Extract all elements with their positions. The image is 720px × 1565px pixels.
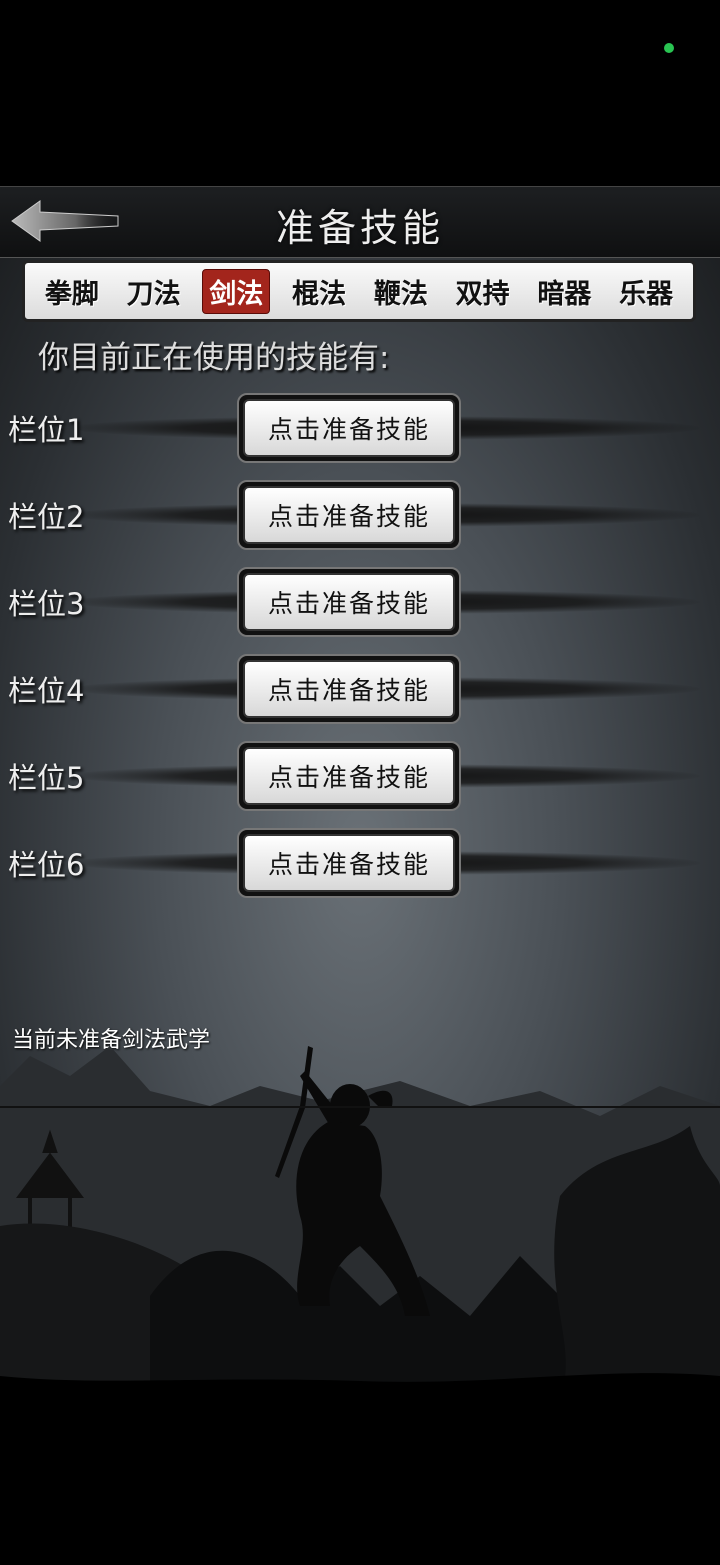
tab-gunfa[interactable]: 棍法 bbox=[286, 270, 352, 313]
skill-slot-row: 栏位3 点击准备技能 bbox=[0, 565, 720, 639]
tab-daofa[interactable]: 刀法 bbox=[121, 270, 187, 313]
slot-label: 栏位6 bbox=[8, 848, 85, 882]
skill-slot-row: 栏位4 点击准备技能 bbox=[0, 652, 720, 726]
skill-slot-row: 栏位5 点击准备技能 bbox=[0, 739, 720, 813]
title-bar: 准备技能 bbox=[0, 186, 720, 258]
prepare-skill-button[interactable]: 点击准备技能 bbox=[237, 567, 461, 637]
prepare-skill-button[interactable]: 点击准备技能 bbox=[237, 654, 461, 724]
skill-slot-row: 栏位6 点击准备技能 bbox=[0, 826, 720, 900]
slot-label: 栏位1 bbox=[8, 413, 85, 447]
prepare-skill-button-label: 点击准备技能 bbox=[243, 660, 455, 718]
page-title: 准备技能 bbox=[275, 206, 444, 250]
prepare-skill-button-label: 点击准备技能 bbox=[243, 573, 455, 631]
current-skills-label: 你目前正在使用的技能有: bbox=[38, 340, 390, 376]
tab-shuangchi[interactable]: 双持 bbox=[450, 270, 516, 313]
tab-jianfa[interactable]: 剑法 bbox=[202, 268, 271, 314]
tab-anqi[interactable]: 暗器 bbox=[531, 270, 597, 313]
category-tab-bar: 拳脚 刀法 剑法 棍法 鞭法 双持 暗器 乐器 bbox=[22, 260, 696, 322]
slot-label: 栏位5 bbox=[8, 761, 85, 795]
prepare-skill-button[interactable]: 点击准备技能 bbox=[237, 393, 461, 463]
tab-yueqi[interactable]: 乐器 bbox=[613, 270, 679, 313]
skill-slot-row: 栏位2 点击准备技能 bbox=[0, 478, 720, 552]
prepare-skill-button-label: 点击准备技能 bbox=[243, 486, 455, 544]
status-indicator-dot bbox=[664, 43, 674, 53]
slot-label: 栏位4 bbox=[8, 674, 85, 708]
prepare-skill-button[interactable]: 点击准备技能 bbox=[237, 828, 461, 898]
prepare-skill-button-label: 点击准备技能 bbox=[243, 399, 455, 457]
slot-label: 栏位2 bbox=[8, 500, 85, 534]
prepare-skill-button[interactable]: 点击准备技能 bbox=[237, 741, 461, 811]
prepare-skill-button-label: 点击准备技能 bbox=[243, 834, 455, 892]
prepare-skill-button[interactable]: 点击准备技能 bbox=[237, 480, 461, 550]
tab-bianfa[interactable]: 鞭法 bbox=[368, 270, 434, 313]
slot-label: 栏位3 bbox=[8, 587, 85, 621]
prepare-skill-button-label: 点击准备技能 bbox=[243, 747, 455, 805]
game-screen: 准备技能 拳脚 刀法 剑法 棍法 鞭法 双持 暗器 乐器 你目前正在使用的技能有… bbox=[0, 186, 720, 1396]
skill-slot-row: 栏位1 点击准备技能 bbox=[0, 391, 720, 465]
horizon-line bbox=[0, 1106, 720, 1108]
silhouette-scenery bbox=[0, 1046, 720, 1396]
tab-quanjiao[interactable]: 拳脚 bbox=[39, 270, 105, 313]
